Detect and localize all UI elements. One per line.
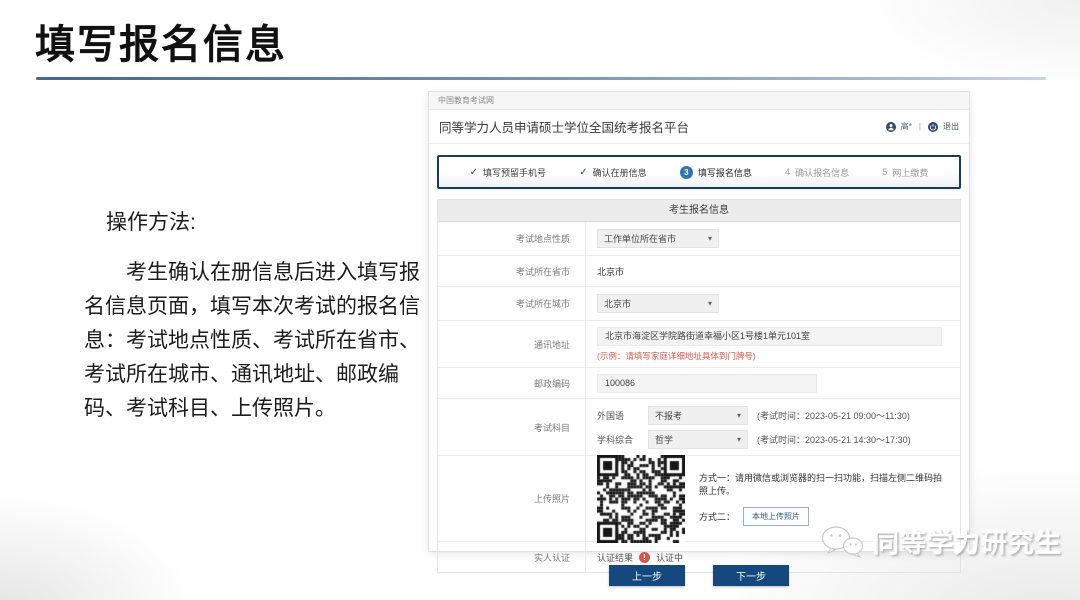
portal-title: 同等学力人员申请硕士学位全国统考报名平台 (439, 121, 690, 135)
row-postcode: 邮政编码 100086 (438, 368, 960, 399)
instructions-block: 操作方法: 考生确认在册信息后进入填写报名信息页面，填写本次考试的报名信息：考试… (84, 206, 422, 426)
foreign-language-select[interactable]: 不报考 ▾ (648, 405, 748, 425)
step-4: 4 确认报名信息 (785, 167, 850, 178)
instructions-body: 考生确认在册信息后进入填写报名信息页面，填写本次考试的报名信息：考试地点性质、考… (84, 261, 420, 420)
site-name: 中国教育考试网 (429, 92, 969, 110)
address-hint: (示例：请填写家庭详细地址具体到门牌号) (597, 350, 756, 361)
verify-result-label: 认证结果 (597, 552, 634, 563)
step-number-badge: 3 (679, 165, 693, 179)
chevron-down-icon: ▾ (707, 234, 712, 243)
step-5: 5 网上缴费 (882, 167, 929, 178)
user-icon (885, 121, 896, 132)
watermark-text: 同等学力研究生 (872, 528, 1062, 558)
row-exam-province: 考试所在省市 北京市 (438, 256, 960, 287)
row-exam-location-type: 考试地点性质 工作单位所在省市 ▾ (438, 222, 960, 256)
upload-method-2-label: 方式二： (699, 512, 736, 522)
row-address: 通讯地址 北京市海淀区学院路街道幸福小区1号楼1单元101室 (示例：请填写家庭… (438, 321, 960, 368)
qr-code (597, 454, 685, 543)
exam-province-value: 北京市 (597, 266, 625, 277)
discipline-select[interactable]: 哲学 ▾ (648, 429, 748, 449)
prev-step-button[interactable]: 上一步 (609, 565, 685, 586)
local-upload-button[interactable]: 本地上传照片 (743, 507, 810, 526)
chevron-down-icon: ▾ (736, 410, 741, 420)
instructions-heading: 操作方法: (106, 211, 196, 234)
exam-location-type-select[interactable]: 工作单位所在省市 ▾ (597, 229, 719, 248)
exam-time: (考试时间：2023-05-21 14:30～17:30) (757, 434, 911, 445)
step-1: ✓ 填写预留手机号 (469, 166, 547, 178)
exclamation-icon: ! (639, 551, 651, 563)
row-subjects: 考试科目 外国语 不报考 ▾ (考试时间：2023-05-21 09:00～11… (438, 399, 960, 456)
exam-city-select[interactable]: 北京市 ▾ (597, 294, 719, 313)
header-divider: | (918, 122, 921, 131)
progress-steps: ✓ 填写预留手机号 ✓ 确认在册信息 3 填写报名信息 4 确认报名信息 5 网… (437, 155, 961, 189)
step-2: ✓ 确认在册信息 (579, 166, 647, 178)
form-title: 考生报名信息 (438, 200, 960, 222)
check-icon: ✓ (579, 166, 588, 178)
step-3-current: 3 填写报名信息 (679, 165, 752, 179)
chevron-down-icon: ▾ (736, 434, 741, 444)
verify-status: 认证中 (656, 552, 684, 563)
postcode-input[interactable]: 100086 (597, 373, 817, 393)
title-divider (36, 77, 1046, 80)
step-navigation: 上一步 下一步 (428, 565, 970, 586)
watermark: 同等学力研究生 (821, 523, 1062, 560)
subject-discipline: 学科综合 哲学 ▾ (考试时间：2023-05-21 14:30～17:30) (597, 427, 949, 451)
exam-time: (考试时间：2023-05-21 09:00～11:30) (757, 410, 910, 421)
check-icon: ✓ (469, 166, 478, 178)
registration-form: 考生报名信息 考试地点性质 工作单位所在省市 ▾ 考试所在省市 北京市 考试所在… (437, 199, 961, 573)
logout-icon (928, 121, 938, 132)
next-step-button[interactable]: 下一步 (713, 565, 789, 586)
registration-portal-window: 中国教育考试网 同等学力人员申请硕士学位全国统考报名平台 高* | 退出 ✓ 填… (428, 91, 970, 573)
subject-foreign-language: 外国语 不报考 ▾ (考试时间：2023-05-21 09:00～11:30) (597, 403, 949, 427)
upload-method-1: 方式一：请用微信或浏览器的扫一扫功能，扫描左侧二维码拍照上传。 (699, 473, 943, 496)
page-title: 填写报名信息 (35, 23, 287, 67)
wechat-logo-icon (821, 525, 864, 558)
chevron-down-icon: ▾ (707, 299, 712, 308)
user-name[interactable]: 高* (901, 121, 912, 132)
row-exam-city: 考试所在城市 北京市 ▾ (438, 287, 960, 321)
portal-header: 同等学力人员申请硕士学位全国统考报名平台 高* | 退出 (429, 110, 969, 144)
logout-button[interactable]: 退出 (943, 121, 959, 132)
address-input[interactable]: 北京市海淀区学院路街道幸福小区1号楼1单元101室 (597, 326, 942, 346)
